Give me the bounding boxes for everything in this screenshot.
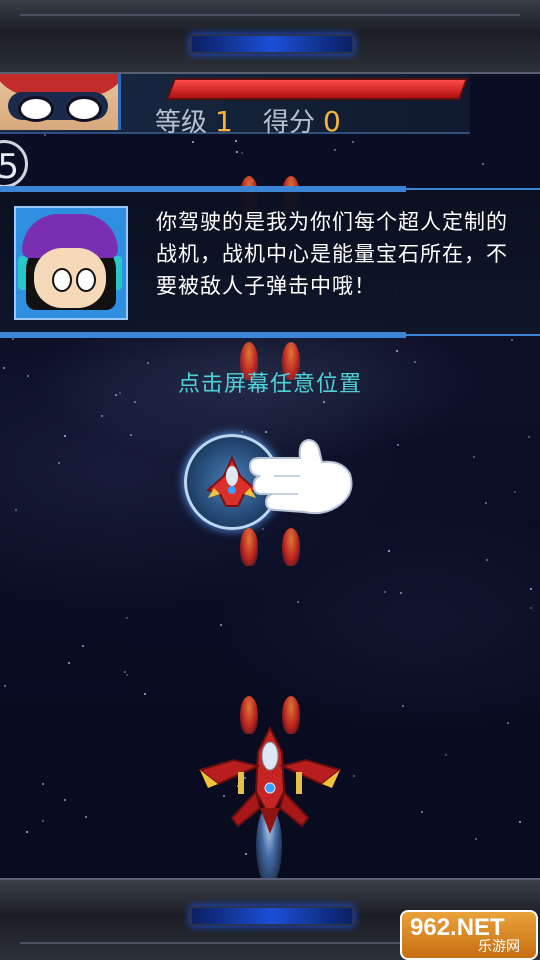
star [130,434,132,436]
star [482,163,484,165]
frame-slot [190,906,354,926]
score-label: 得分 [263,108,316,138]
star [26,831,28,833]
star [475,838,477,840]
hero-eye [66,96,102,122]
star [82,645,84,647]
dialog-text: 你驾驶的是我为你们每个超人定制的战机，战机中心是能量宝石所在，不要被敌人子弹击中… [156,210,508,298]
guide-portrait [14,206,128,320]
star [235,140,237,142]
star [64,799,66,801]
star [192,141,194,143]
star [220,624,222,626]
watermark-logo: 962.NET 乐游网 [400,910,538,960]
frame-slot [190,34,354,54]
star [530,607,532,609]
player-fighter-jet[interactable] [198,722,342,882]
tutorial-dialog: 你驾驶的是我为你们每个超人定制的战机，战机中心是能量宝石所在，不要被敌人子弹击中… [0,186,540,338]
star [528,436,530,438]
star [44,134,46,136]
star [262,528,264,530]
star [519,821,521,823]
frame-line [20,14,520,16]
star [323,401,325,403]
star [384,591,386,593]
top-frame [0,0,540,74]
health-bar [165,78,469,100]
level-label: 等级 [155,108,208,138]
star [236,151,238,153]
star [42,820,44,822]
star [241,431,243,433]
hud-bar: 等级 1 得分 0 [0,74,470,138]
star [511,339,513,341]
star [12,338,14,340]
star [388,550,390,552]
star [485,502,487,504]
level-display: 等级 1 [155,102,233,139]
star [241,152,243,154]
star [126,674,128,676]
hero-avatar [0,74,121,130]
score-display: 得分 0 [263,102,341,139]
score-value: 0 [323,105,341,138]
star [507,722,509,724]
star [486,559,488,561]
guide-eye [52,268,72,292]
star [147,362,149,364]
star [400,592,402,594]
star [397,444,399,446]
pointing-hand-icon [248,438,353,515]
bullet-flame [240,528,258,566]
star [144,693,146,695]
star [530,588,532,590]
star [85,816,87,818]
star [353,775,355,777]
hero-eye [18,96,54,122]
level-value: 1 [215,105,233,138]
star [58,462,60,464]
star [101,415,103,417]
star [334,149,336,151]
star [445,754,447,756]
star [514,491,516,493]
star [124,671,126,673]
star [352,141,354,143]
bullet-flame [282,528,300,566]
star [134,401,136,403]
star [4,685,6,687]
watermark-sub: 乐游网 [478,939,520,955]
tap-hint: 点击屏幕任意位置 [177,372,362,397]
star [64,435,66,437]
star [414,361,416,363]
guide-eye [76,268,96,292]
star [473,456,475,458]
star [297,601,299,603]
star [42,783,44,785]
star [126,617,128,619]
star [68,662,70,664]
star [15,509,17,511]
star [402,705,404,707]
star [396,350,398,352]
star [421,811,423,813]
